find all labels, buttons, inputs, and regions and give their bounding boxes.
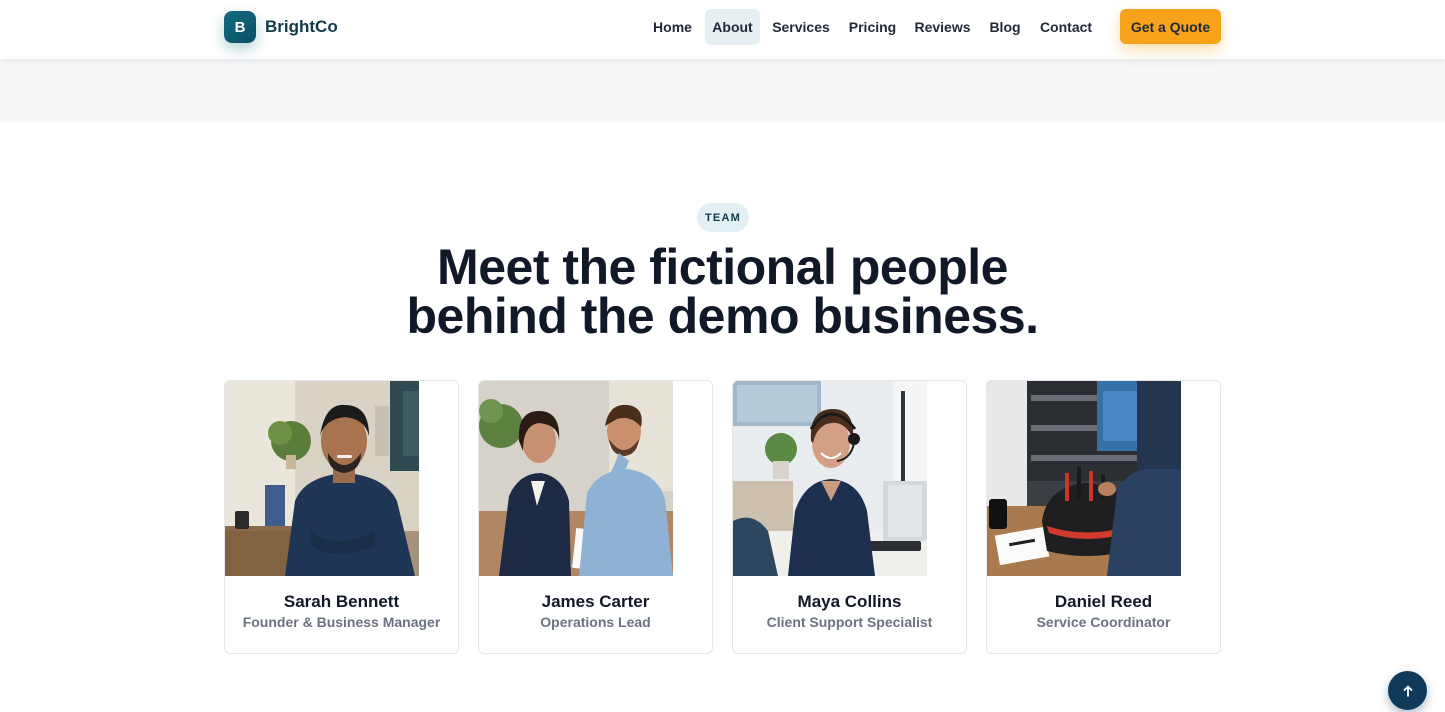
member-role: Client Support Specialist bbox=[766, 614, 933, 630]
man-seated-office-portrait bbox=[225, 381, 419, 576]
scroll-to-top-button[interactable] bbox=[1388, 671, 1427, 710]
support-agent-with-headset bbox=[733, 381, 927, 576]
team-card[interactable]: Maya Collins Client Support Specialist bbox=[732, 380, 967, 654]
member-name: James Carter bbox=[541, 592, 650, 611]
team-card[interactable]: Daniel Reed Service Coordinator bbox=[986, 380, 1221, 654]
two-colleagues-reviewing-reports bbox=[479, 381, 673, 576]
nav-services[interactable]: Services bbox=[766, 9, 836, 45]
member-role: Operations Lead bbox=[540, 614, 651, 630]
section-heading: Meet the fictional people behind the dem… bbox=[0, 242, 1445, 344]
member-name: Daniel Reed bbox=[1054, 592, 1153, 611]
heading-line-2: behind the demo business. bbox=[406, 288, 1039, 344]
arrow-up-icon bbox=[1403, 685, 1412, 697]
member-role: Service Coordinator bbox=[1036, 614, 1171, 630]
logo-badge[interactable]: B bbox=[224, 11, 256, 43]
nav-blog[interactable]: Blog bbox=[983, 9, 1027, 45]
team-card[interactable]: James Carter Operations Lead bbox=[478, 380, 713, 654]
member-name: Maya Collins bbox=[797, 592, 902, 611]
heading-line-1: Meet the fictional people bbox=[437, 239, 1008, 295]
team-photo bbox=[733, 381, 927, 576]
team-photo bbox=[479, 381, 673, 576]
get-quote-button[interactable]: Get a Quote bbox=[1120, 9, 1221, 44]
technician-tool-bag-in-van bbox=[987, 381, 1181, 576]
site-header: B BrightCo Home About Services Pricing R… bbox=[0, 0, 1445, 59]
member-role: Founder & Business Manager bbox=[242, 614, 441, 630]
team-photo bbox=[987, 381, 1181, 576]
team-photo bbox=[225, 381, 419, 576]
section-eyebrow: TEAM bbox=[697, 203, 749, 232]
team-card[interactable]: Sarah Bennett Founder & Business Manager bbox=[224, 380, 459, 654]
nav-contact[interactable]: Contact bbox=[1033, 9, 1099, 45]
hero-band bbox=[0, 59, 1445, 122]
nav-pricing[interactable]: Pricing bbox=[842, 9, 903, 45]
nav-reviews[interactable]: Reviews bbox=[909, 9, 976, 45]
nav-about[interactable]: About bbox=[705, 9, 760, 45]
brand-name[interactable]: BrightCo bbox=[265, 17, 338, 37]
member-name: Sarah Bennett bbox=[283, 592, 400, 611]
nav-home[interactable]: Home bbox=[645, 9, 700, 45]
